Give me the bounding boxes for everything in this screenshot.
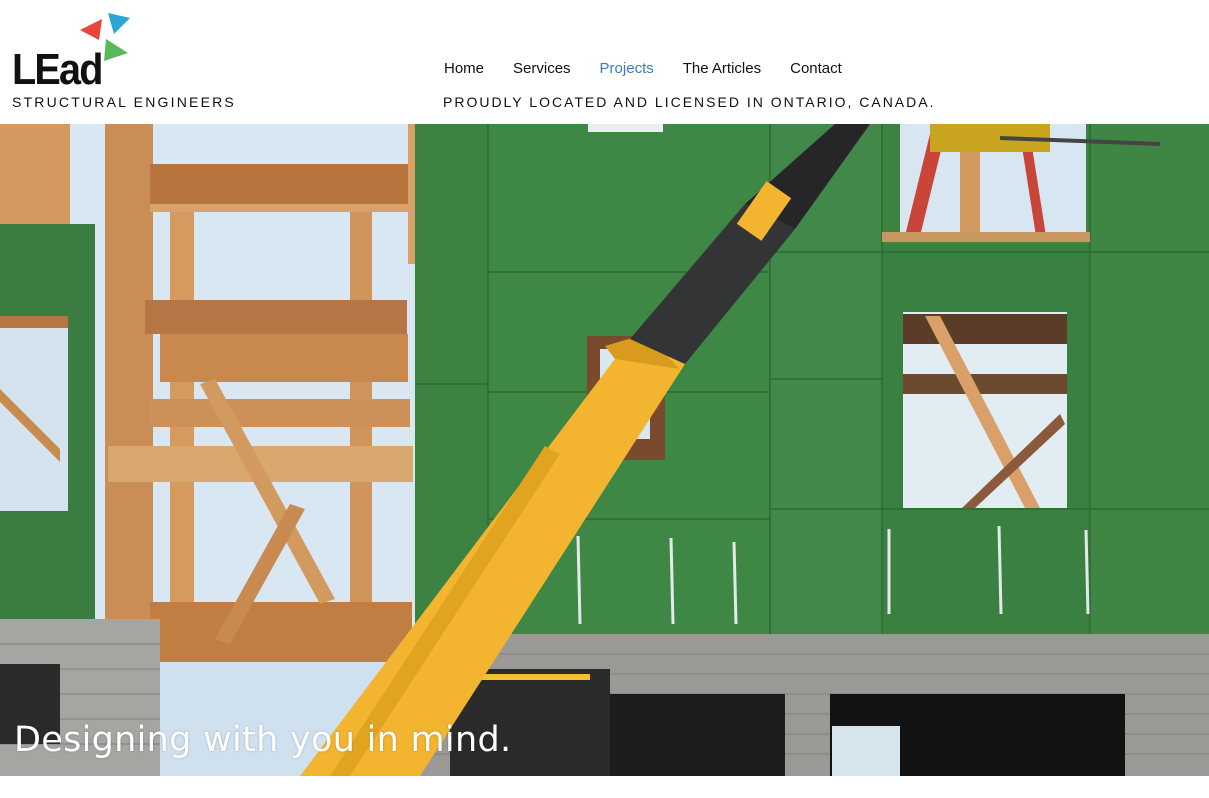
logo[interactable]: LEad — [12, 10, 132, 92]
nav-item-home[interactable]: Home — [444, 60, 484, 77]
hero-banner: Designing with you in mind. — [0, 124, 1209, 776]
site-header: LEad STRUCTURAL ENGINEERS Home Services … — [0, 0, 1209, 124]
nav-item-services[interactable]: Services — [513, 60, 571, 77]
hero-image — [0, 124, 1209, 776]
hero-caption: Designing with you in mind. — [14, 720, 512, 760]
location-tagline: PROUDLY LOCATED AND LICENSED IN ONTARIO,… — [443, 94, 936, 110]
nav-item-the-articles[interactable]: The Articles — [683, 60, 761, 77]
brand-tagline: STRUCTURAL ENGINEERS — [12, 94, 236, 110]
nav-item-projects[interactable]: Projects — [600, 60, 654, 77]
nav-item-contact[interactable]: Contact — [790, 60, 842, 77]
logo-wordmark: LEad — [12, 45, 103, 94]
main-nav: Home Services Projects The Articles Cont… — [444, 60, 871, 77]
